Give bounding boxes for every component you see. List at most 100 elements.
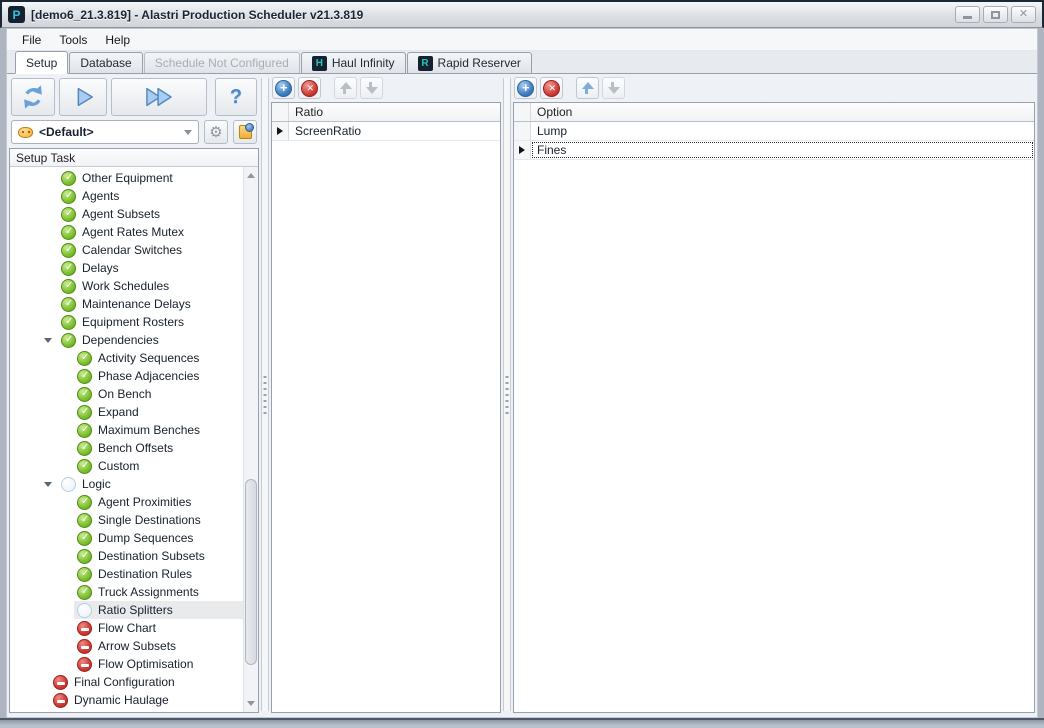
add-option-button[interactable]	[514, 77, 537, 99]
tree-item-dynamic-haulage[interactable]: Dynamic Haulage	[10, 691, 243, 709]
tree-item-flow-chart[interactable]: Flow Chart	[10, 619, 243, 637]
menu-help[interactable]: Help	[96, 30, 139, 50]
current-row-icon	[277, 127, 283, 135]
scenario-settings-button[interactable]: ⚙	[204, 120, 228, 144]
scroll-up-button[interactable]	[245, 168, 257, 183]
task-done-icon	[61, 189, 76, 204]
tree-item-label: Custom	[98, 459, 139, 473]
tree-item-equipment-rosters[interactable]: Equipment Rosters	[10, 313, 243, 331]
row-indicator-cell	[272, 122, 289, 140]
scenario-value: <Default>	[39, 125, 184, 139]
question-icon: ?	[230, 86, 242, 109]
scrollbar-thumb[interactable]	[245, 479, 257, 665]
tree-item-destination-subsets[interactable]: Destination Subsets	[10, 547, 243, 565]
tab-setup[interactable]: Setup	[15, 51, 68, 74]
tree-item-ratio-splitters[interactable]: Ratio Splitters	[10, 601, 243, 619]
tree-item-work-schedules[interactable]: Work Schedules	[10, 277, 243, 295]
tree-item-on-bench[interactable]: On Bench	[10, 385, 243, 403]
tree-item-expand[interactable]: Expand	[10, 403, 243, 421]
tree-item-final-configuration[interactable]: Final Configuration	[10, 673, 243, 691]
menu-file[interactable]: File	[13, 30, 50, 50]
move-ratio-up-button	[334, 77, 357, 99]
tree-item-calendar-switches[interactable]: Calendar Switches	[10, 241, 243, 259]
scenario-selector[interactable]: <Default>	[11, 120, 199, 144]
expander-icon[interactable]	[44, 338, 52, 343]
menu-tools[interactable]: Tools	[50, 30, 96, 50]
refresh-button[interactable]	[11, 78, 55, 116]
tree-item-maintenance-delays[interactable]: Maintenance Delays	[10, 295, 243, 313]
tree-item-truck-assignments[interactable]: Truck Assignments	[10, 583, 243, 601]
node-content: Work Schedules	[58, 277, 243, 295]
tree-item-agent-proximities[interactable]: Agent Proximities	[10, 493, 243, 511]
node-content: Equipment Rosters	[58, 313, 243, 331]
option-toolbar	[513, 76, 1035, 102]
tree-item-agent-subsets[interactable]: Agent Subsets	[10, 205, 243, 223]
task-done-icon	[61, 207, 76, 222]
mask-icon	[18, 127, 33, 138]
left-splitter[interactable]	[259, 76, 271, 713]
tree-item-label: Flow Chart	[98, 621, 156, 635]
ratio-table-body: ScreenRatio	[272, 122, 500, 141]
arrow-up-icon	[581, 81, 595, 95]
tab-database[interactable]: Database	[69, 52, 142, 73]
tree-item-single-destinations[interactable]: Single Destinations	[10, 511, 243, 529]
tree-item-label: Other Equipment	[82, 171, 173, 185]
cell-value[interactable]: Fines	[531, 141, 1034, 159]
current-row-icon	[519, 146, 525, 154]
tree-item-destination-rules[interactable]: Destination Rules	[10, 565, 243, 583]
expander-icon[interactable]	[44, 482, 52, 487]
tree-item-label: Agent Proximities	[98, 495, 191, 509]
setup-task-header[interactable]: Setup Task	[10, 149, 258, 167]
help-button[interactable]: ?	[215, 78, 257, 116]
option-panel: Option LumpFines	[513, 76, 1035, 713]
cell-value[interactable]: Lump	[531, 122, 1034, 140]
delete-ratio-button[interactable]	[298, 77, 321, 99]
right-splitter[interactable]	[501, 76, 513, 713]
tree-item-maximum-benches[interactable]: Maximum Benches	[10, 421, 243, 439]
run-button[interactable]	[59, 78, 107, 116]
run-fast-button[interactable]	[111, 78, 207, 116]
content-area: ? <Default> ⚙	[7, 74, 1037, 717]
tab-rapid-reserver[interactable]: RRapid Reserver	[407, 52, 532, 73]
close-button[interactable]: ✕	[1011, 6, 1036, 23]
tree-item-label: Arrow Subsets	[98, 639, 176, 653]
tree-item-phase-adjacencies[interactable]: Phase Adjacencies	[10, 367, 243, 385]
tree-item-agent-rates-mutex[interactable]: Agent Rates Mutex	[10, 223, 243, 241]
refresh-icon	[19, 83, 47, 111]
cell-value[interactable]: ScreenRatio	[289, 122, 500, 140]
window-controls: ✕	[955, 6, 1036, 23]
tree-item-activity-sequences[interactable]: Activity Sequences	[10, 349, 243, 367]
tree-item-custom[interactable]: Custom	[10, 457, 243, 475]
add-ratio-button[interactable]	[272, 77, 295, 99]
scenario-row: <Default> ⚙	[11, 120, 257, 144]
app-window: P [demo6_21.3.819] - Alastri Production …	[0, 0, 1044, 728]
tab-haul-infinity[interactable]: HHaul Infinity	[301, 52, 406, 73]
ratio-column-header[interactable]: Ratio	[289, 103, 500, 121]
ratio-panel: Ratio ScreenRatio	[271, 76, 501, 713]
tab-schedule-not-configured[interactable]: Schedule Not Configured	[144, 52, 300, 73]
task-blocked-icon	[53, 693, 68, 708]
table-row-fines[interactable]: Fines	[514, 141, 1034, 160]
table-row-lump[interactable]: Lump	[514, 122, 1034, 141]
maximize-button[interactable]	[983, 6, 1008, 23]
tree-item-agents[interactable]: Agents	[10, 187, 243, 205]
delete-icon	[301, 80, 318, 97]
node-content: Truck Assignments	[74, 583, 243, 601]
tree-item-other-equipment[interactable]: Other Equipment	[10, 169, 243, 187]
tree-item-logic[interactable]: Logic	[10, 475, 243, 493]
tree-item-delays[interactable]: Delays	[10, 259, 243, 277]
option-column-header[interactable]: Option	[531, 103, 1034, 121]
tree-item-dump-sequences[interactable]: Dump Sequences	[10, 529, 243, 547]
tree-item-bench-offsets[interactable]: Bench Offsets	[10, 439, 243, 457]
table-row-screenratio[interactable]: ScreenRatio	[272, 122, 500, 141]
task-done-icon	[77, 495, 92, 510]
notes-button[interactable]	[233, 120, 257, 144]
tree-item-arrow-subsets[interactable]: Arrow Subsets	[10, 637, 243, 655]
tree-scrollbar[interactable]	[243, 167, 258, 712]
tree-item-flow-optimisation[interactable]: Flow Optimisation	[10, 655, 243, 673]
scroll-down-button[interactable]	[245, 696, 257, 711]
delete-option-button[interactable]	[540, 77, 563, 99]
tree-item-dependencies[interactable]: Dependencies	[10, 331, 243, 349]
minimize-button[interactable]	[955, 6, 980, 23]
move-option-up-button[interactable]	[576, 77, 599, 99]
